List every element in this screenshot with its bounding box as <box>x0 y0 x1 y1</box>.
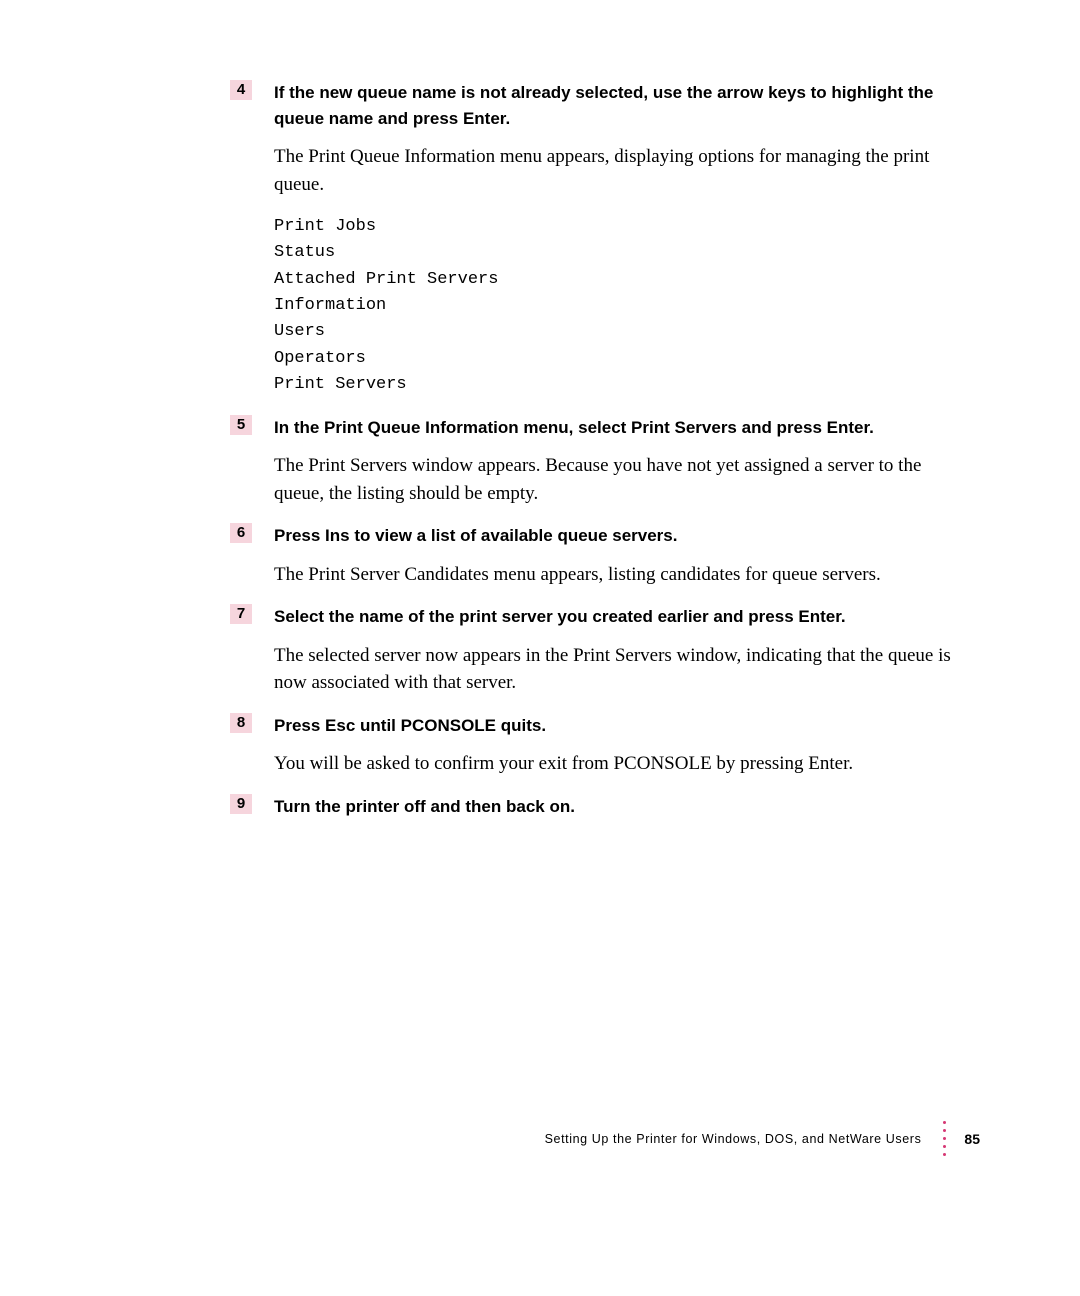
step-heading: Press Esc until PCONSOLE quits. <box>274 713 546 739</box>
page-footer: Setting Up the Printer for Windows, DOS,… <box>545 1121 980 1156</box>
step-6: 6 Press Ins to view a list of available … <box>230 523 960 549</box>
footer-chapter-title: Setting Up the Printer for Windows, DOS,… <box>545 1132 922 1146</box>
step-number: 4 <box>230 80 252 100</box>
dot-separator-icon <box>943 1121 946 1156</box>
step-heading: Press Ins to view a list of available qu… <box>274 523 677 549</box>
step-body: The Print Queue Information menu appears… <box>274 143 960 198</box>
step-body: The selected server now appears in the P… <box>274 642 960 697</box>
step-body: The Print Server Candidates menu appears… <box>274 561 960 589</box>
step-number: 9 <box>230 794 252 814</box>
step-7: 7 Select the name of the print server yo… <box>230 604 960 630</box>
step-number: 7 <box>230 604 252 624</box>
step-number: 8 <box>230 713 252 733</box>
step-number: 5 <box>230 415 252 435</box>
step-heading: Turn the printer off and then back on. <box>274 794 575 820</box>
step-5: 5 In the Print Queue Information menu, s… <box>230 415 960 441</box>
step-body: You will be asked to confirm your exit f… <box>274 750 960 778</box>
page-number: 85 <box>964 1131 980 1147</box>
page-container: 4 If the new queue name is not already s… <box>0 0 1080 885</box>
step-4: 4 If the new queue name is not already s… <box>230 80 960 131</box>
step-heading: In the Print Queue Information menu, sel… <box>274 415 874 441</box>
step-8: 8 Press Esc until PCONSOLE quits. <box>230 713 960 739</box>
step-heading: If the new queue name is not already sel… <box>274 80 960 131</box>
step-number: 6 <box>230 523 252 543</box>
step-body: The Print Servers window appears. Becaus… <box>274 452 960 507</box>
menu-listing: Print Jobs Status Attached Print Servers… <box>274 214 960 398</box>
step-9: 9 Turn the printer off and then back on. <box>230 794 960 820</box>
step-heading: Select the name of the print server you … <box>274 604 846 630</box>
